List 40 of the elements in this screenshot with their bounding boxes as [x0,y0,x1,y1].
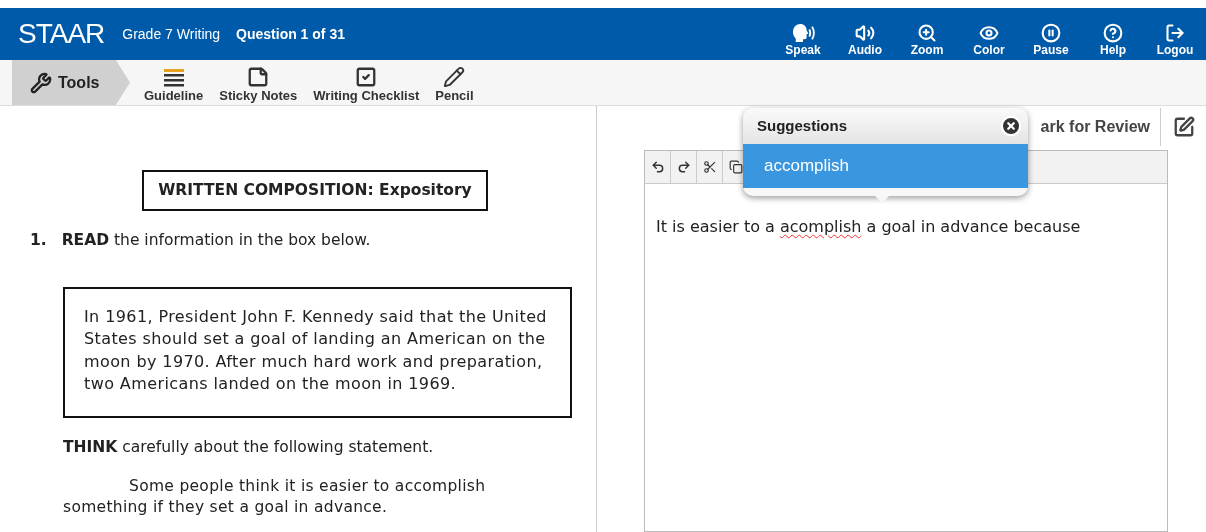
eye-icon [979,23,999,43]
redo-icon [676,160,691,174]
suggestions-title: Suggestions [757,115,847,136]
pencil-icon [443,65,466,88]
zoom-button[interactable]: Zoom [896,23,958,60]
lines-icon [162,67,185,88]
edit-icon [1172,116,1195,138]
question-number: 1. [30,230,47,252]
tools-button[interactable]: Tools [12,60,130,105]
color-button[interactable]: Color [958,23,1020,60]
checkbox-icon [355,65,378,88]
pencil-tool-button[interactable]: Pencil [435,65,474,104]
help-icon [1103,23,1123,43]
speak-button[interactable]: Speak [772,23,834,60]
help-button[interactable]: Help [1082,23,1144,60]
think-instruction: THINK carefully about the following statement. [63,436,435,458]
undo-icon [650,160,665,174]
scissors-icon [702,160,717,174]
copy-icon [728,160,743,174]
test-name: Grade 7 Writing [122,24,221,44]
information-box: In 1961, President John F. Kennedy said that the United States should set a goal of landing an American on the moon by 1970. After much hard work and preparation, two Americans landed on the moon in 1969. [63,286,572,418]
zoom-in-icon [917,23,937,43]
tools-icon [30,71,52,94]
speaker-icon [855,23,875,43]
guideline-tool-button[interactable]: Guideline [144,67,204,104]
response-text: It is easier to a acomplish a goal in advance because [656,216,1082,237]
statement: Some people think it is easier to accomplish something if they set a goal in advance. [63,475,487,518]
composition-title: WRITTEN COMPOSITION: Expository [142,170,488,212]
checklist-tool-button[interactable]: Writing Checklist [313,65,420,104]
logo: STAAR [18,20,105,48]
note-icon [247,65,270,88]
logout-button[interactable]: Logou [1144,23,1206,60]
close-icon[interactable] [1000,115,1022,137]
sticky-tool-button[interactable]: Sticky Notes [219,65,298,104]
audio-button[interactable]: Audio [834,23,896,60]
logout-icon [1165,23,1185,43]
read-instruction: READ the information in the box below. [61,230,371,252]
pause-button[interactable]: Pause [1020,23,1082,60]
question-counter: Question 1 of 31 [236,24,345,44]
pause-icon [1041,23,1061,43]
